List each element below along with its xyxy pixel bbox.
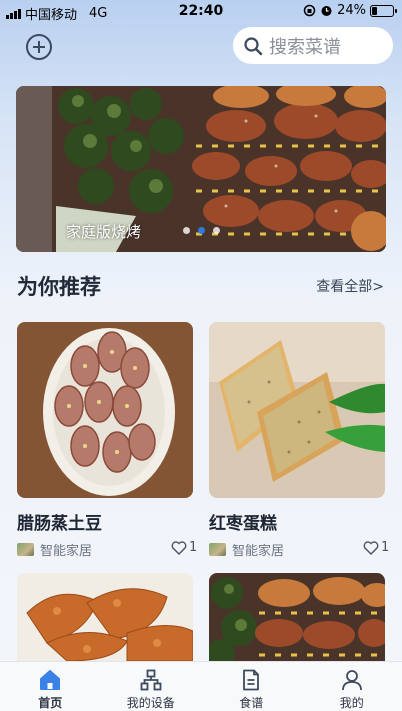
section-title: 为你推荐: [17, 275, 101, 299]
tab-label: 我的设备: [126, 696, 175, 710]
recipe-image-sausage-potato: [17, 322, 193, 498]
alarm-icon: [321, 6, 332, 16]
recipe-image-bbq: [209, 573, 385, 661]
home-icon: [40, 670, 61, 690]
recipe-title[interactable]: 红枣蛋糕: [209, 509, 277, 534]
battery-percent: 24%: [337, 3, 366, 18]
like-button[interactable]: 1: [171, 540, 197, 555]
recipe-card-image[interactable]: [209, 322, 385, 498]
heart-icon: [363, 540, 379, 555]
recipe-card-image[interactable]: [17, 573, 193, 661]
carousel-dots: [16, 227, 386, 234]
carousel-dot[interactable]: [182, 227, 190, 234]
user-icon: [341, 670, 362, 691]
tab-home[interactable]: 首页: [0, 662, 101, 711]
status-right: 24%: [303, 3, 397, 18]
recipe-title[interactable]: 腊肠蒸土豆: [17, 509, 102, 534]
tab-devices[interactable]: 我的设备: [101, 662, 202, 711]
heart-icon: [171, 540, 187, 555]
author-name: 智能家居: [232, 544, 285, 559]
see-all-link[interactable]: 查看全部>: [316, 276, 384, 296]
lock-rotation-icon: [303, 4, 316, 17]
carousel-dot-active[interactable]: [197, 227, 205, 234]
like-button[interactable]: 1: [363, 540, 389, 555]
search-input[interactable]: 搜索菜谱: [233, 27, 393, 64]
tab-recipes[interactable]: 食谱: [201, 662, 302, 711]
recipe-card-image[interactable]: [209, 573, 385, 661]
search-icon: [244, 36, 263, 55]
recipe-author: 智能家居: [209, 540, 284, 559]
recipe-image-jujube-cake: [209, 322, 385, 498]
tab-bar: 首页 我的设备 食谱 我的: [0, 661, 402, 711]
tab-profile[interactable]: 我的: [302, 662, 402, 711]
carousel-dot[interactable]: [212, 227, 220, 234]
add-button[interactable]: [26, 34, 52, 60]
battery-fill: [372, 6, 377, 15]
author-name: 智能家居: [40, 544, 93, 559]
recipe-card-image[interactable]: [17, 322, 193, 498]
status-bar: 中国移动 4G 22:40 24%: [0, 0, 402, 24]
banner-carousel[interactable]: 家庭版烧烤: [16, 86, 386, 252]
devices-icon: [140, 669, 162, 691]
recipe-icon: [243, 669, 260, 691]
recipe-image-wings: [17, 573, 193, 661]
tab-label: 首页: [38, 696, 63, 710]
like-count: 1: [189, 540, 198, 555]
tab-label: 我的: [339, 696, 364, 710]
recipe-author: 智能家居: [17, 540, 92, 559]
battery-icon: [370, 4, 397, 17]
tab-label: 食谱: [239, 696, 264, 710]
avatar: [209, 543, 226, 556]
like-count: 1: [381, 540, 390, 555]
avatar: [17, 543, 34, 556]
search-placeholder: 搜索菜谱: [269, 36, 341, 58]
